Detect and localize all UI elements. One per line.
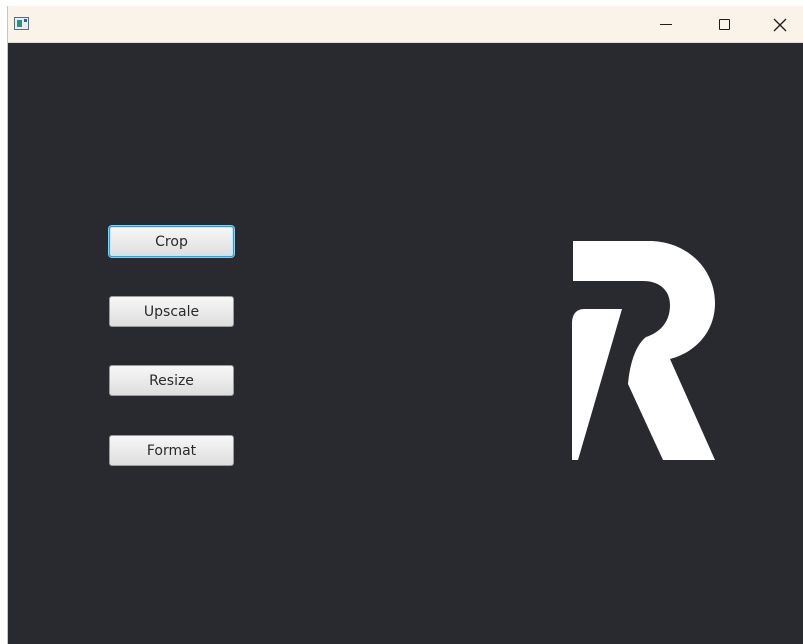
app-window: Crop Upscale Resize Format — [8, 6, 803, 644]
main-panel: Crop Upscale Resize Format — [8, 43, 803, 644]
minimize-icon — [660, 24, 672, 25]
crop-button[interactable]: Crop — [109, 226, 234, 257]
format-button[interactable]: Format — [109, 435, 234, 466]
maximize-button[interactable] — [701, 6, 747, 43]
minimize-button[interactable] — [643, 6, 689, 43]
maximize-icon — [718, 19, 730, 30]
close-button[interactable] — [757, 6, 803, 43]
r-logo-icon — [572, 241, 715, 460]
app-icon[interactable] — [14, 17, 29, 30]
title-bar[interactable] — [8, 6, 803, 43]
upscale-button[interactable]: Upscale — [109, 296, 234, 327]
resize-button[interactable]: Resize — [109, 365, 234, 396]
close-icon — [773, 18, 787, 31]
